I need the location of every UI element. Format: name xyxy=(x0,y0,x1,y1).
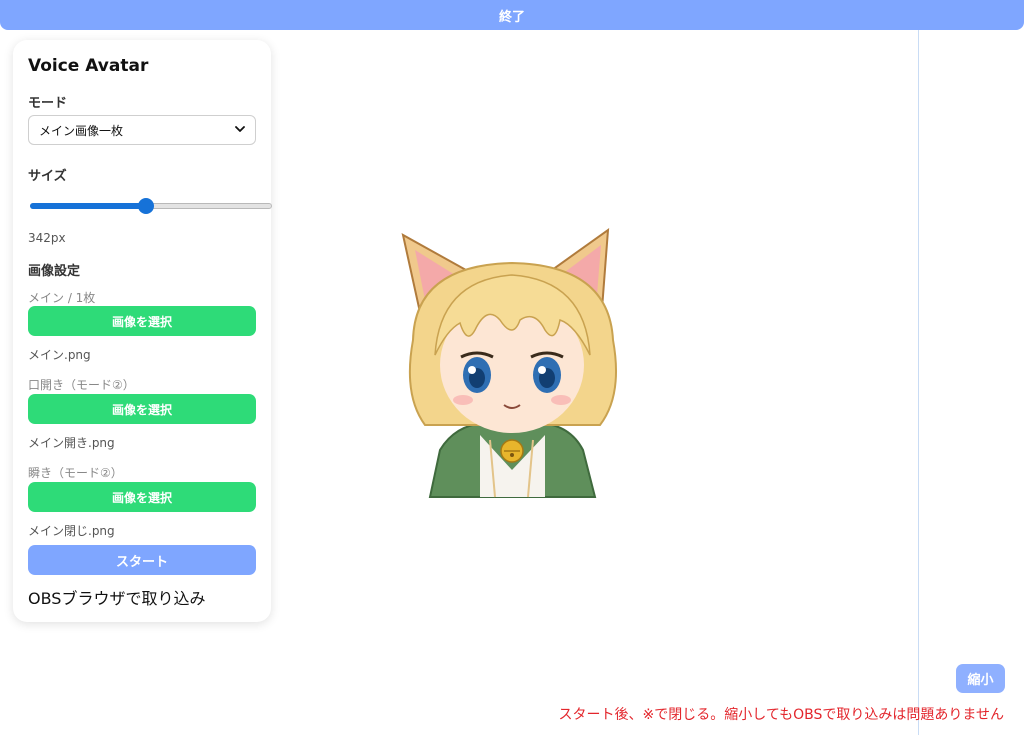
mode-select[interactable]: メイン画像一枚 xyxy=(28,115,256,145)
select-main-image-button[interactable]: 画像を選択 xyxy=(28,306,256,336)
obs-capture-text: OBSブラウザで取り込み xyxy=(28,589,206,608)
main-image-label: メイン / 1枚 xyxy=(28,291,96,305)
blink-filename: メイン閉じ.png xyxy=(28,524,115,538)
panel-title: Voice Avatar xyxy=(28,56,149,76)
select-main-image-button-label: 画像を選択 xyxy=(111,314,172,329)
notice-text: スタート後、※で閉じる。縮小してもOBSで取り込みは問題ありません xyxy=(558,707,1004,723)
image-settings-label: 画像設定 xyxy=(28,264,81,279)
size-slider-thumb[interactable] xyxy=(138,198,155,214)
blink-label: 瞬き（モード②） xyxy=(28,466,123,480)
avatar-image xyxy=(401,227,618,498)
vertical-guide-line xyxy=(918,30,919,735)
select-blink-image-button[interactable]: 画像を選択 xyxy=(28,482,256,512)
shrink-button[interactable]: 縮小 xyxy=(956,664,1005,693)
chevron-down-icon xyxy=(235,126,245,132)
select-mouth-open-image-button[interactable]: 画像を選択 xyxy=(28,394,256,424)
select-blink-image-button-label: 画像を選択 xyxy=(111,490,172,505)
start-button-label: スタート xyxy=(115,554,168,570)
main-image-filename: メイン.png xyxy=(28,348,91,362)
start-button[interactable]: スタート xyxy=(28,545,256,575)
size-value: 342px xyxy=(28,231,66,245)
mouth-open-label: 口開き（モード②） xyxy=(28,378,135,392)
size-slider[interactable] xyxy=(30,196,272,216)
mode-label: モード xyxy=(28,96,68,111)
mouth-open-filename: メイン開き.png xyxy=(28,436,115,450)
mode-select-value: メイン画像一枚 xyxy=(39,123,124,138)
select-mouth-open-image-button-label: 画像を選択 xyxy=(111,402,172,417)
exit-button-label: 終了 xyxy=(498,9,525,25)
shrink-button-label: 縮小 xyxy=(967,673,994,688)
size-slider-fill xyxy=(30,203,147,209)
size-label: サイズ xyxy=(28,169,67,184)
exit-button[interactable]: 終了 xyxy=(0,0,1024,30)
control-panel: Voice Avatar モード メイン画像一枚 サイズ 342px 画像設定 … xyxy=(13,40,272,622)
